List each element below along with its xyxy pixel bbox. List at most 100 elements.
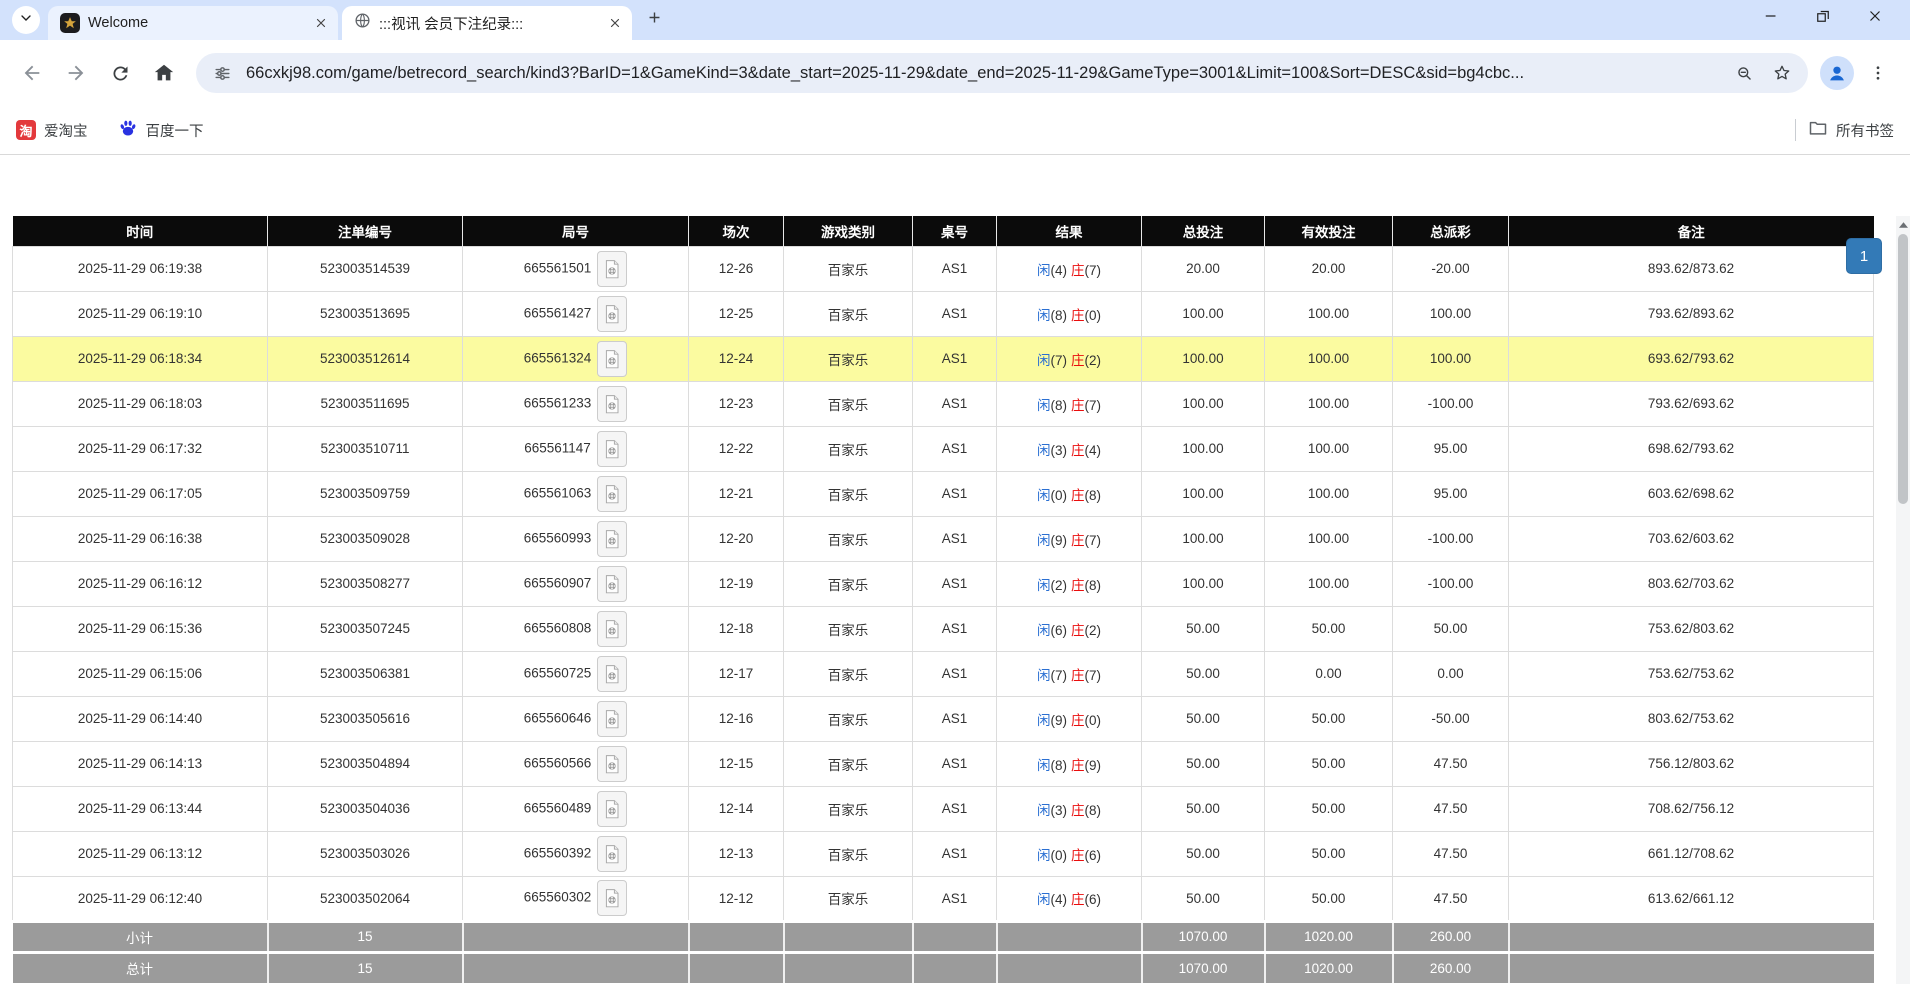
cell-table-id: AS1 xyxy=(913,471,997,516)
close-window-icon[interactable] xyxy=(1864,5,1886,27)
cell-session: 12-12 xyxy=(689,876,784,921)
cell-table-id: AS1 xyxy=(913,561,997,606)
tab-welcome[interactable]: Welcome xyxy=(48,6,338,40)
video-replay-button[interactable] xyxy=(597,521,627,557)
subtotal-label: 小计 xyxy=(13,921,268,952)
table-row[interactable]: 2025-11-29 06:14:13 523003504894 6655605… xyxy=(13,741,1874,786)
cell-total-bet[interactable]: 100.00 xyxy=(1142,426,1265,471)
cell-total-bet[interactable]: 100.00 xyxy=(1142,471,1265,516)
video-replay-button[interactable] xyxy=(597,296,627,332)
cell-table-id: AS1 xyxy=(913,291,997,336)
cell-session: 12-15 xyxy=(689,741,784,786)
table-row[interactable]: 2025-11-29 06:19:10 523003513695 6655614… xyxy=(13,291,1874,336)
table-row[interactable]: 2025-11-29 06:15:36 523003507245 6655608… xyxy=(13,606,1874,651)
url-text[interactable]: 66cxkj98.com/game/betrecord_search/kind3… xyxy=(246,64,1720,83)
video-replay-button[interactable] xyxy=(597,656,627,692)
video-replay-button[interactable] xyxy=(597,476,627,512)
cell-time: 2025-11-29 06:18:34 xyxy=(13,336,268,381)
browser-menu-button[interactable] xyxy=(1858,53,1898,93)
cell-total-bet[interactable]: 50.00 xyxy=(1142,696,1265,741)
cell-bet-id: 523003514539 xyxy=(268,246,463,291)
table-row[interactable]: 2025-11-29 06:15:06 523003506381 6655607… xyxy=(13,651,1874,696)
cell-total-bet[interactable]: 50.00 xyxy=(1142,786,1265,831)
video-replay-button[interactable] xyxy=(597,791,627,827)
cell-total-bet[interactable]: 20.00 xyxy=(1142,246,1265,291)
table-row[interactable]: 2025-11-29 06:13:12 523003503026 6655603… xyxy=(13,831,1874,876)
video-replay-button[interactable] xyxy=(597,701,627,737)
cell-total-bet[interactable]: 100.00 xyxy=(1142,381,1265,426)
table-row[interactable]: 2025-11-29 06:18:34 523003512614 6655613… xyxy=(13,336,1874,381)
tab-search-button[interactable] xyxy=(12,6,40,34)
bookmark-taobao[interactable]: 淘 爱淘宝 xyxy=(16,120,88,141)
cell-game-type: 百家乐 xyxy=(784,381,913,426)
address-bar[interactable]: 66cxkj98.com/game/betrecord_search/kind3… xyxy=(196,53,1808,93)
tab-strip: Welcome :::视讯 会员下注纪录::: xyxy=(0,0,1910,40)
cell-total-bet[interactable]: 50.00 xyxy=(1142,741,1265,786)
result-banker: 庄(0) xyxy=(1071,713,1101,728)
cell-valid-bet: 100.00 xyxy=(1265,426,1393,471)
table-row[interactable]: 2025-11-29 06:19:38 523003514539 6655615… xyxy=(13,246,1874,291)
table-row[interactable]: 2025-11-29 06:17:05 523003509759 6655610… xyxy=(13,471,1874,516)
new-tab-button[interactable] xyxy=(640,6,668,34)
bookmark-star-icon[interactable] xyxy=(1768,59,1796,87)
video-replay-button[interactable] xyxy=(597,611,627,647)
cell-time: 2025-11-29 06:15:06 xyxy=(13,651,268,696)
cell-session: 12-20 xyxy=(689,516,784,561)
video-replay-button[interactable] xyxy=(597,880,627,916)
reload-button[interactable] xyxy=(100,53,140,93)
divider xyxy=(1795,119,1796,141)
back-button[interactable] xyxy=(12,53,52,93)
video-file-icon xyxy=(604,844,620,864)
video-replay-button[interactable] xyxy=(597,251,627,287)
cell-total-bet[interactable]: 50.00 xyxy=(1142,606,1265,651)
scrollbar-thumb[interactable] xyxy=(1898,234,1908,504)
video-replay-button[interactable] xyxy=(597,341,627,377)
bookmark-baidu[interactable]: 百度一下 xyxy=(118,118,204,142)
profile-avatar[interactable] xyxy=(1820,56,1854,90)
table-row[interactable]: 2025-11-29 06:16:12 523003508277 6655609… xyxy=(13,561,1874,606)
restore-icon[interactable] xyxy=(1812,5,1834,27)
close-tab-icon[interactable] xyxy=(312,14,330,32)
scrollbar[interactable] xyxy=(1896,216,1910,984)
result-player: 闲(4) xyxy=(1037,892,1067,907)
zoom-icon[interactable] xyxy=(1730,59,1758,87)
cell-time: 2025-11-29 06:16:38 xyxy=(13,516,268,561)
table-row[interactable]: 2025-11-29 06:13:44 523003504036 6655604… xyxy=(13,786,1874,831)
table-row[interactable]: 2025-11-29 06:12:40 523003502064 6655603… xyxy=(13,876,1874,921)
cell-result: 闲(0)庄(6) xyxy=(997,831,1142,876)
cell-total-bet[interactable]: 100.00 xyxy=(1142,516,1265,561)
cell-total-bet[interactable]: 50.00 xyxy=(1142,876,1265,921)
all-bookmarks-button[interactable]: 所有书签 xyxy=(1808,118,1894,142)
cell-total-bet[interactable]: 100.00 xyxy=(1142,291,1265,336)
video-replay-button[interactable] xyxy=(597,746,627,782)
table-row[interactable]: 2025-11-29 06:18:03 523003511695 6655612… xyxy=(13,381,1874,426)
forward-icon xyxy=(65,62,87,84)
cell-valid-bet: 50.00 xyxy=(1265,876,1393,921)
tab-bet-records[interactable]: :::视讯 会员下注纪录::: xyxy=(342,6,632,40)
cell-remark: 703.62/603.62 xyxy=(1509,516,1874,561)
forward-button[interactable] xyxy=(56,53,96,93)
close-tab-icon[interactable] xyxy=(606,14,624,32)
site-info-icon[interactable] xyxy=(208,59,236,87)
video-replay-button[interactable] xyxy=(597,566,627,602)
cell-total-bet[interactable]: 100.00 xyxy=(1142,336,1265,381)
page-1-button[interactable]: 1 xyxy=(1846,238,1882,274)
cell-round-id: 665560302 xyxy=(463,876,689,921)
table-row[interactable]: 2025-11-29 06:16:38 523003509028 6655609… xyxy=(13,516,1874,561)
video-replay-button[interactable] xyxy=(597,386,627,422)
video-replay-button[interactable] xyxy=(597,431,627,467)
cell-valid-bet: 100.00 xyxy=(1265,561,1393,606)
video-replay-button[interactable] xyxy=(597,836,627,872)
cell-total-bet[interactable]: 100.00 xyxy=(1142,561,1265,606)
total-row: 总计 15 1070.00 1020.00 260.00 xyxy=(13,952,1874,983)
result-banker: 庄(8) xyxy=(1071,803,1101,818)
cell-total-bet[interactable]: 50.00 xyxy=(1142,831,1265,876)
result-banker: 庄(7) xyxy=(1071,398,1101,413)
table-row[interactable]: 2025-11-29 06:14:40 523003505616 6655606… xyxy=(13,696,1874,741)
scroll-up-icon[interactable] xyxy=(1896,218,1910,232)
table-row[interactable]: 2025-11-29 06:17:32 523003510711 6655611… xyxy=(13,426,1874,471)
subtotal-valid-bet: 1020.00 xyxy=(1265,921,1393,952)
minimize-icon[interactable] xyxy=(1760,5,1782,27)
cell-total-bet[interactable]: 50.00 xyxy=(1142,651,1265,696)
home-button[interactable] xyxy=(144,53,184,93)
